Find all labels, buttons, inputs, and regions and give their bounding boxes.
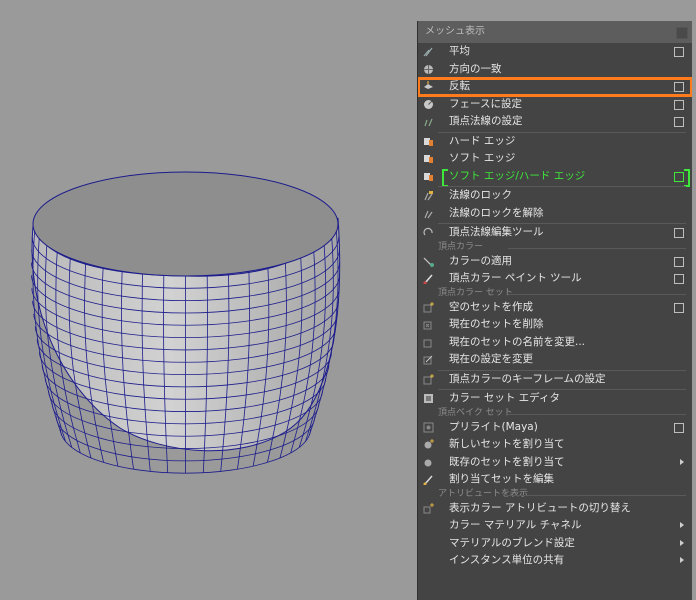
menu-item-vertex-normal-edit-tool[interactable]: 頂点法線編集ツール [418,224,692,242]
rename-set-icon [423,339,432,347]
option-box[interactable] [674,228,684,238]
section-attribute-display: アトリビュートを表示 [418,489,692,500]
menu-item-assign-new-set[interactable]: 新しいセットを割り当て [418,436,692,454]
conform-icon [424,64,433,74]
menu-item-create-empty-set[interactable]: 空のセットを作成 [418,299,692,317]
submenu-arrow-icon [680,539,684,546]
menu-item-edit-assigned-sets[interactable]: 割り当てセットを編集 [418,471,692,489]
average-normals-icon [423,47,433,57]
delete-set-icon [423,321,432,330]
menu-item-paint-vertex-color-tool[interactable]: 頂点カラー ペイント ツール [418,270,692,288]
option-box[interactable] [674,302,684,313]
menu-item-reverse[interactable]: 反転 [418,77,692,97]
option-box[interactable] [674,422,684,433]
menu-item-key-vertex-color[interactable]: 頂点カラーのキーフレームの設定 [418,371,692,389]
option-box[interactable] [674,99,684,110]
menu-item-hard-edge[interactable]: ハード エッジ [418,133,692,151]
submenu-arrow-icon [680,557,684,563]
menu-item-soft-hard-edge[interactable]: ソフト エッジ/ハード エッジ [418,168,692,187]
menu-item-prelight[interactable]: プリライト(Maya) [418,419,692,437]
menu-item-material-blend-setting[interactable]: マテリアルのブレンド設定 [418,535,692,553]
option-box[interactable] [674,256,684,267]
menu-item-per-instance-sharing[interactable]: インスタンス単位の共有 [418,552,692,570]
section-vertex-color-sets: 頂点カラー セット [418,288,692,299]
green-bracket-left [442,168,448,187]
menu-item-set-to-face[interactable]: フェースに設定 [418,96,692,114]
color-set-editor-icon [424,394,433,403]
menu-item-delete-current-set[interactable]: 現在のセットを削除 [418,316,692,334]
green-bracket-right [684,168,690,187]
mesh-display-menu: メッシュ表示 平均 方向の一致 反転 フェースに設定 頂点法線の設定 ハード エ… [417,21,692,600]
edit-assigned-sets-icon [423,475,433,485]
soft-edge-icon [424,155,433,163]
mesh-top-face [32,171,339,277]
hard-edge-icon [424,137,433,146]
option-box[interactable] [674,82,684,92]
option-box[interactable] [674,117,684,127]
soft-hard-edge-icon [424,172,433,181]
menu-item-lock-normals[interactable]: 法線のロック [418,187,692,205]
option-box[interactable] [674,274,684,284]
menu-item-set-vertex-normal[interactable]: 頂点法線の設定 [418,113,692,131]
menu-item-assign-existing-set[interactable]: 既存のセットを割り当て [418,454,692,472]
menu-item-rename-current-set[interactable]: 現在のセットの名前を変更... [418,334,692,352]
toggle-display-color-icon [423,502,434,513]
prelight-icon [423,422,434,432]
create-empty-set-icon [423,301,434,312]
vertex-normal-edit-tool-icon [423,227,433,236]
assign-new-set-icon [424,439,434,449]
menu-title[interactable]: メッシュ表示 [418,21,692,43]
menu-item-average[interactable]: 平均 [418,43,692,61]
set-vertex-normal-icon [424,118,433,127]
menu-item-color-material-channel[interactable]: カラー マテリアル チャネル [418,517,692,535]
menu-title-label: メッシュ表示 [425,26,485,37]
menu-item-modify-current-set[interactable]: 現在の設定を変更 [418,351,692,369]
unlock-normals-icon [424,210,433,218]
modify-set-icon [423,355,433,365]
menu-item-apply-color[interactable]: カラーの適用 [418,253,692,271]
close-icon[interactable] [676,27,688,39]
submenu-arrow-icon [680,458,684,465]
menu-item-soft-edge[interactable]: ソフト エッジ [418,150,692,168]
menu-item-unlock-normals[interactable]: 法線のロックを解除 [418,205,692,223]
paint-vertex-color-icon [423,274,433,284]
apply-color-icon [423,257,434,267]
section-vertex-color: 頂点カラー [418,242,692,253]
menu-item-color-set-editor[interactable]: カラー セット エディタ [418,390,692,408]
submenu-arrow-icon [680,522,684,528]
option-box[interactable] [674,171,684,182]
option-box[interactable] [674,47,684,57]
set-to-face-icon [424,99,433,109]
menu-item-conform[interactable]: 方向の一致 [418,61,692,79]
menu-item-toggle-display-color[interactable]: 表示カラー アトリビュートの切り替え [418,500,692,518]
assign-existing-set-icon [424,459,432,466]
reverse-normals-icon [424,81,433,89]
mesh-object[interactable] [31,171,341,474]
section-vertex-bake-sets: 頂点ベイク セット [418,408,692,419]
lock-normals-icon [424,191,433,201]
key-vertex-color-icon [423,373,434,384]
